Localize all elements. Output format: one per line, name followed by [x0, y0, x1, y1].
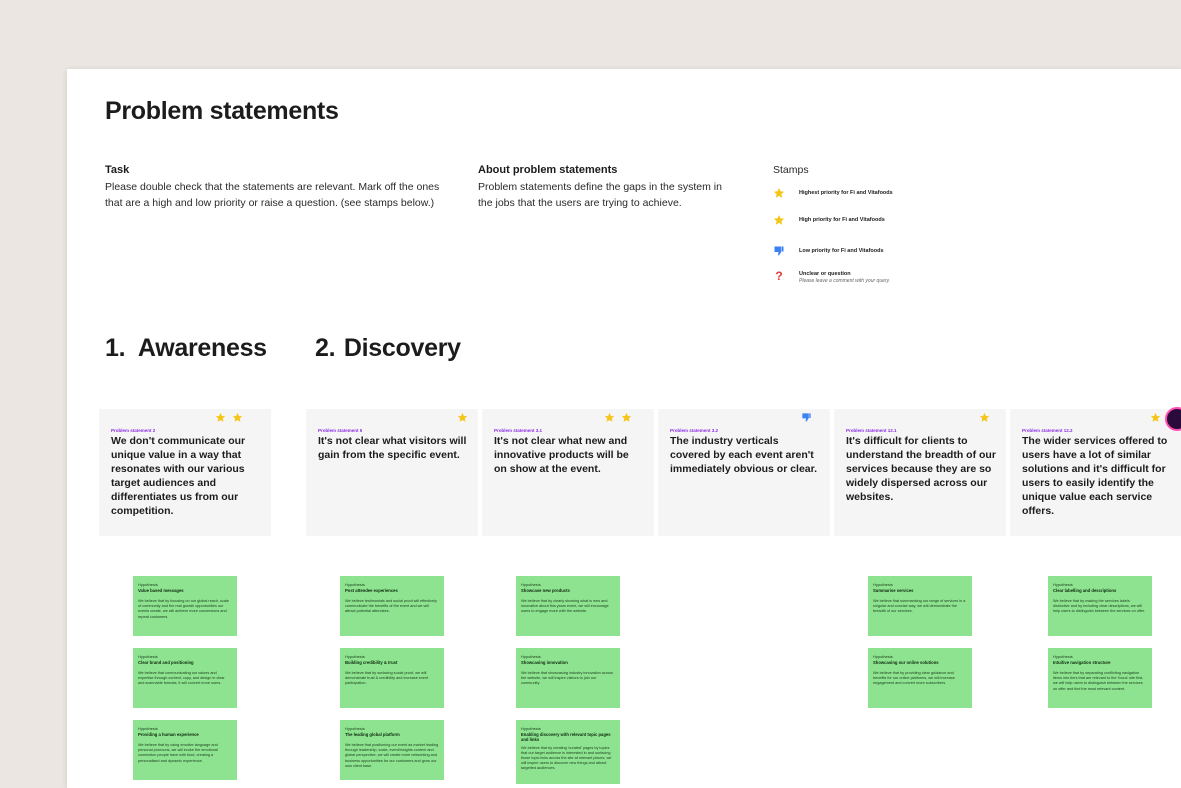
problem-card[interactable]: Problem statement 2 We don't communicate…: [99, 409, 271, 536]
card-text: The wider services offered to users have…: [1022, 435, 1168, 517]
card-label: Problem statement 5: [318, 428, 363, 433]
star-icon: [215, 412, 226, 422]
column-title-awareness: 1. Awareness: [105, 334, 267, 363]
note-body: We believe that by providing clear guida…: [873, 671, 955, 686]
card-label: Problem statement 12.2: [1022, 428, 1073, 433]
column-number: 2.: [315, 334, 336, 362]
problem-card[interactable]: Problem statement 12.1 It's difficult fo…: [834, 409, 1006, 536]
stamp-question[interactable]: ? Unclear or question Please leave a com…: [773, 270, 890, 285]
note-title: Value based messages: [138, 587, 184, 593]
column-label: Awareness: [137, 334, 267, 362]
note-body: We believe that communicating our values…: [138, 671, 225, 686]
star-icon: [232, 412, 243, 422]
problem-card[interactable]: Problem statement 5 It's not clear what …: [306, 409, 478, 536]
stamp-label: Low priority for Fi and Vitafoods: [799, 248, 884, 254]
hypothesis-note[interactable]: Hypothesis Building credibility & trust …: [340, 648, 444, 708]
about-heading: About problem statements: [478, 164, 618, 176]
problem-card[interactable]: Problem statement 3.1 It's not clear wha…: [482, 409, 654, 536]
stamp-highest-priority[interactable]: Highest priority for Fi and Vitafoods: [773, 187, 893, 199]
card-text: It's difficult for clients to understand…: [846, 435, 996, 503]
note-title: Showcasing innovation: [521, 659, 568, 665]
note-body: We believe that showcasing industry inno…: [521, 671, 613, 686]
column-label: Discovery: [343, 334, 461, 362]
problem-card[interactable]: Problem statement 12.2 The wider service…: [1010, 409, 1181, 536]
card-stamps: [457, 412, 468, 423]
note-body: We believe that by creating 'curated' pa…: [521, 745, 612, 771]
stamp-label: Unclear or question: [799, 271, 851, 277]
star-icon: [979, 412, 990, 422]
card-text: We don't communicate our unique value in…: [111, 435, 246, 517]
stamps-heading: Stamps: [773, 164, 809, 176]
note-body: We believe that by separating conflictin…: [1053, 671, 1144, 691]
hypothesis-note[interactable]: Hypothesis The leading global platform W…: [340, 720, 444, 780]
card-label: Problem statement 12.1: [846, 428, 897, 433]
about-body: Problem statements define the gaps in th…: [478, 181, 722, 209]
column-number: 1.: [105, 334, 126, 362]
hypothesis-note[interactable]: Hypothesis Intuitive navigation structur…: [1048, 648, 1152, 708]
task-heading: Task: [105, 164, 130, 176]
hypothesis-note[interactable]: Hypothesis Showcasing innovation We beli…: [516, 648, 620, 708]
card-stamps: [215, 412, 243, 423]
hypothesis-note[interactable]: Hypothesis Providing a human experience …: [133, 720, 237, 780]
card-text: The industry verticals covered by each e…: [670, 435, 818, 475]
hypothesis-note[interactable]: Hypothesis Summarise services We believe…: [868, 576, 972, 636]
note-body: We believe that by clearly showing what …: [521, 599, 609, 614]
card-stamps: [801, 412, 812, 423]
hypothesis-note[interactable]: Hypothesis Post attendee experiences We …: [340, 576, 444, 636]
hypothesis-note[interactable]: Hypothesis Showcase new products We beli…: [516, 576, 620, 636]
note-body: We believe testimonials and social proof…: [345, 599, 437, 614]
note-body: We believe that by using emotive languag…: [138, 743, 218, 763]
star-icon: [773, 188, 785, 198]
note-title: Showcase new products: [521, 587, 570, 593]
card-label: Problem statement 3.1: [494, 428, 543, 433]
star-icon: [457, 412, 468, 422]
note-title: Summarise services: [873, 587, 914, 593]
hypothesis-note[interactable]: Hypothesis Showcasing our online solutio…: [868, 648, 972, 708]
thumbs-down-icon: [774, 246, 784, 256]
card-stamps: [979, 412, 990, 423]
note-title: Showcasing our online solutions: [873, 659, 939, 665]
note-title: Intuitive navigation structure: [1053, 659, 1111, 665]
note-body: We believe that by surfacing social proo…: [345, 671, 429, 686]
stamp-label: High priority for Fi and Vitafoods: [799, 217, 885, 223]
note-title: Enabling discovery with relevant topic p…: [521, 731, 611, 743]
star-icon: [1150, 412, 1161, 422]
whiteboard-canvas[interactable]: Problem statements Task Please double ch…: [67, 69, 1181, 788]
card-stamps: [604, 412, 632, 423]
hypothesis-note[interactable]: Hypothesis Enabling discovery with relev…: [516, 720, 620, 784]
stamp-label: Highest priority for Fi and Vitafoods: [799, 190, 893, 196]
hypothesis-note[interactable]: Hypothesis Clear labelling and descripti…: [1048, 576, 1152, 636]
problem-card[interactable]: Problem statement 3.2 The industry verti…: [658, 409, 830, 536]
stamp-low-priority[interactable]: Low priority for Fi and Vitafoods: [773, 245, 884, 257]
star-icon: [773, 215, 785, 225]
stamp-sub-label: Please leave a comment with your query.: [799, 278, 891, 284]
task-body: Please double check that the statements …: [105, 181, 440, 209]
note-body: We believe that summarising our range of…: [873, 599, 966, 614]
note-title: Clear brand and positioning: [138, 659, 194, 665]
column-title-discovery: 2. Discovery: [315, 334, 461, 363]
card-text: It's not clear what new and innovative p…: [494, 435, 629, 475]
note-title: The leading global platform: [345, 731, 400, 737]
hypothesis-note[interactable]: Hypothesis Clear brand and positioning W…: [133, 648, 237, 708]
note-body: We believe that by focusing on our globa…: [138, 599, 229, 619]
page-title: Problem statements: [105, 97, 339, 125]
card-label: Problem statement 2: [111, 428, 156, 433]
card-label: Problem statement 3.2: [670, 428, 719, 433]
star-icon: [621, 412, 632, 422]
hypothesis-note[interactable]: Hypothesis Value based messages We belie…: [133, 576, 237, 636]
card-text: It's not clear what visitors will gain f…: [318, 435, 467, 461]
star-icon: [604, 412, 615, 422]
note-title: Building credibility & trust: [345, 659, 398, 665]
note-title: Providing a human experience: [138, 731, 199, 737]
note-body: We believe that by making the services l…: [1053, 599, 1146, 614]
question-icon: ?: [775, 269, 783, 283]
note-title: Post attendee experiences: [345, 587, 398, 593]
stamp-high-priority[interactable]: High priority for Fi and Vitafoods: [773, 214, 885, 226]
thumbs-down-icon: [802, 413, 811, 422]
note-title: Clear labelling and descriptions: [1053, 587, 1117, 593]
note-body: We believe that positioning our event as…: [345, 743, 439, 768]
